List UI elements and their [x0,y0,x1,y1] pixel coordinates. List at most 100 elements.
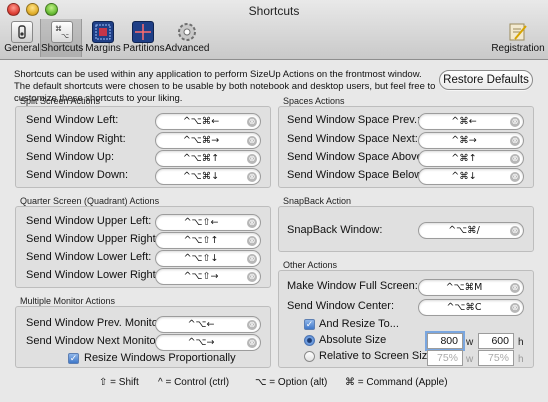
toolbar-shortcuts[interactable]: ⌘ ⌥ Shortcuts [40,19,84,57]
snapback-group-title: SnapBack Action [283,196,352,206]
shortcut-value: ^⌥← [187,319,215,330]
clear-icon[interactable]: ⊗ [510,136,520,146]
registration-icon [507,21,529,43]
row-label: Send Window Space Next: [287,133,418,145]
shortcut-field-send-down[interactable]: ^⌥⌘↓ ⊗ [155,168,261,185]
row-label: Send Window Lower Right: [26,269,159,281]
shortcut-field-lower-right[interactable]: ^⌥⇧→ ⊗ [155,268,261,285]
toolbar-label: Shortcuts [41,43,84,54]
legend-option: ⌥ = Option (alt) [255,377,328,388]
row-label: Send Window Space Prev.: [287,114,421,126]
shortcut-value: ^⌥⌘↓ [182,171,220,182]
monitor-group-title: Multiple Monitor Actions [20,296,116,306]
shortcut-field-full-screen[interactable]: ^⌥⌘M ⊗ [418,279,524,296]
shortcut-field-space-above[interactable]: ^⌘↑ ⊗ [418,150,524,167]
restore-defaults-button[interactable]: Restore Defaults [439,70,533,90]
clear-icon[interactable]: ⊗ [510,226,520,236]
clear-icon[interactable]: ⊗ [247,338,257,348]
shortcut-field-lower-left[interactable]: ^⌥⇧↓ ⊗ [155,250,261,267]
toolbar-margins[interactable]: Margins [84,19,122,57]
toolbar-general[interactable]: General [4,19,40,57]
absolute-width-input[interactable]: 800 [425,331,465,351]
clear-icon[interactable]: ⊗ [247,172,257,182]
toolbar-label: Partitions [123,43,165,54]
shortcut-value: ^⌥⇧← [183,217,219,228]
relative-width-input[interactable]: 75% [427,350,463,366]
row-label: Make Window Full Screen: [287,280,418,292]
row-label: Send Window Center: [287,300,394,312]
toolbar-partitions[interactable]: Partitions [123,19,165,57]
shortcut-field-center[interactable]: ^⌥⌘C ⊗ [418,299,524,316]
shortcut-field-space-below[interactable]: ^⌘↓ ⊗ [418,168,524,185]
split-screen-group-title: Split Screen Actions [20,96,101,106]
snapback-group: SnapBack Window: ^⌥⌘/ ⊗ [278,206,534,252]
clear-icon[interactable]: ⊗ [247,136,257,146]
row-label: Send Window Right: [26,133,126,145]
shortcut-field-upper-right[interactable]: ^⌥⇧↑ ⊗ [155,232,261,249]
shortcut-field-upper-left[interactable]: ^⌥⇧← ⊗ [155,214,261,231]
clear-icon[interactable]: ⊗ [247,320,257,330]
and-resize-checkbox[interactable]: ✓ [304,319,315,330]
row-label: Send Window Upper Right: [26,233,159,245]
clear-icon[interactable]: ⊗ [510,117,520,127]
shortcut-field-next-monitor[interactable]: ^⌥→ ⊗ [155,334,261,351]
shortcut-field-prev-monitor[interactable]: ^⌥← ⊗ [155,316,261,333]
shortcut-value: ^⌥→ [187,337,215,348]
resize-proportionally-checkbox[interactable]: ✓ [68,353,79,364]
shortcut-value: ^⌘↑ [451,153,477,164]
clear-icon[interactable]: ⊗ [510,283,520,293]
relative-height-input[interactable]: 75% [478,350,514,366]
keyboard-icon: ⌘ ⌥ [51,21,73,43]
shortcut-field-send-up[interactable]: ^⌥⌘↑ ⊗ [155,150,261,167]
clear-icon[interactable]: ⊗ [247,254,257,264]
svg-text:⌥: ⌥ [61,32,69,40]
margins-icon [92,21,114,43]
width-unit: w [466,337,474,348]
general-icon [11,21,33,43]
other-group: Make Window Full Screen: ^⌥⌘M ⊗ Send Wind… [278,270,534,368]
row-label: Send Window Prev. Monitor: [26,317,165,329]
shortcut-value: ^⌥⌘C [446,302,482,313]
toolbar-label: Margins [85,43,121,54]
absolute-size-radio[interactable] [304,335,315,346]
and-resize-label: And Resize To... [319,318,399,330]
relative-size-radio[interactable] [304,351,315,362]
height-unit: h [518,337,524,348]
resize-proportionally-label: Resize Windows Proportionally [84,352,236,364]
toolbar-registration[interactable]: Registration [490,19,546,57]
spaces-group: Send Window Space Prev.: ^⌘← ⊗ Send Windo… [278,106,534,188]
other-group-title: Other Actions [283,260,338,270]
shortcut-field-send-right[interactable]: ^⌥⌘→ ⊗ [155,132,261,149]
absolute-height-input[interactable]: 600 [478,333,514,349]
clear-icon[interactable]: ⊗ [510,154,520,164]
shortcut-value: ^⌥⇧↑ [183,235,219,246]
shortcut-field-space-prev[interactable]: ^⌘← ⊗ [418,113,524,130]
toolbar-advanced[interactable]: Advanced [165,19,209,57]
row-label: Send Window Space Below: [287,169,426,181]
shortcut-value: ^⌘→ [451,135,477,146]
preferences-window: Shortcuts General ⌘ ⌥ Shortcuts Margins P… [0,0,548,402]
clear-icon[interactable]: ⊗ [247,236,257,246]
shortcut-value: ^⌥⇧↓ [183,253,219,264]
clear-icon[interactable]: ⊗ [510,303,520,313]
clear-icon[interactable]: ⊗ [247,272,257,282]
row-label: Send Window Upper Left: [26,215,152,227]
shortcut-field-send-left[interactable]: ^⌥⌘← ⊗ [155,113,261,130]
shortcut-field-snapback[interactable]: ^⌥⌘/ ⊗ [418,222,524,239]
width-unit: w [466,354,474,365]
relative-size-label: Relative to Screen Size [319,350,434,362]
clear-icon[interactable]: ⊗ [247,218,257,228]
row-label: Send Window Space Above: [287,151,426,163]
row-label: Send Window Next Monitor: [26,335,163,347]
row-label: Send Window Left: [26,114,119,126]
clear-icon[interactable]: ⊗ [247,117,257,127]
shortcut-field-space-next[interactable]: ^⌘→ ⊗ [418,132,524,149]
clear-icon[interactable]: ⊗ [247,154,257,164]
height-unit: h [518,354,524,365]
partitions-icon [132,21,154,43]
shortcut-value: ^⌥⇧→ [183,271,219,282]
shortcut-value: ^⌥⌘M [445,282,483,293]
clear-icon[interactable]: ⊗ [510,172,520,182]
toolbar-label: Advanced [165,43,210,54]
shortcut-value: ^⌥⌘→ [182,135,220,146]
